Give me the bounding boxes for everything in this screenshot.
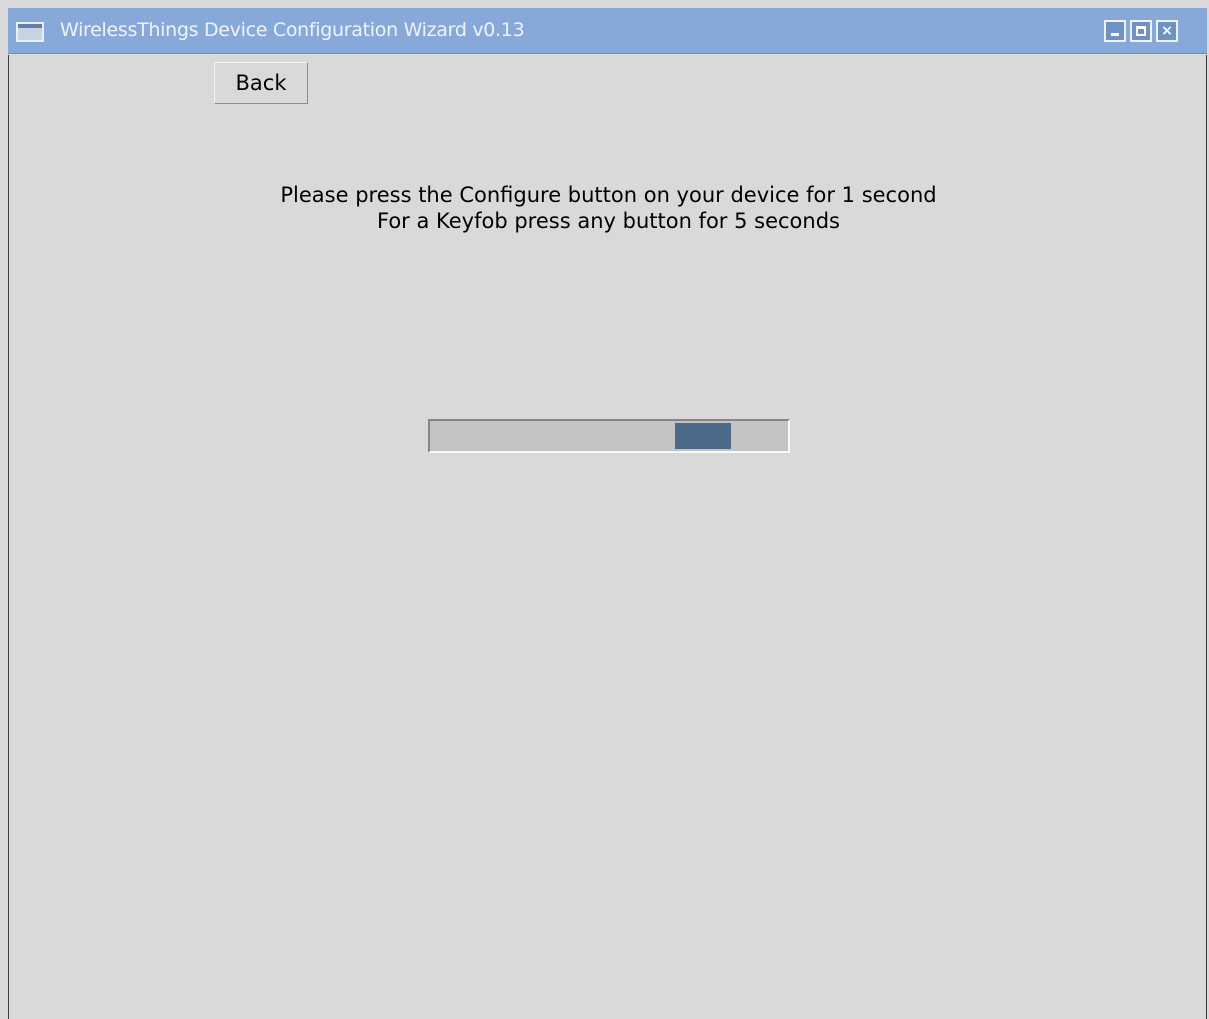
- minimize-button[interactable]: [1104, 20, 1126, 42]
- back-button[interactable]: Back: [214, 62, 308, 104]
- instruction-line-2: For a Keyfob press any button for 5 seco…: [377, 209, 840, 233]
- progress-indicator: [675, 423, 731, 449]
- close-button[interactable]: ×: [1156, 20, 1178, 42]
- close-icon: ×: [1161, 23, 1173, 39]
- wizard-content: Back Please press the Configure button o…: [8, 55, 1207, 1019]
- title-bar[interactable]: WirelessThings Device Configuration Wiza…: [8, 8, 1207, 54]
- instructions-text: Please press the Configure button on you…: [9, 182, 1208, 234]
- window-title: WirelessThings Device Configuration Wiza…: [60, 19, 525, 41]
- window-app-icon[interactable]: [16, 22, 44, 42]
- app-window: WirelessThings Device Configuration Wiza…: [0, 0, 1209, 1019]
- minimize-icon: [1111, 33, 1119, 36]
- instruction-line-1: Please press the Configure button on you…: [280, 183, 937, 207]
- maximize-button[interactable]: [1130, 20, 1152, 42]
- progress-bar: [428, 419, 790, 453]
- maximize-icon: [1136, 26, 1146, 36]
